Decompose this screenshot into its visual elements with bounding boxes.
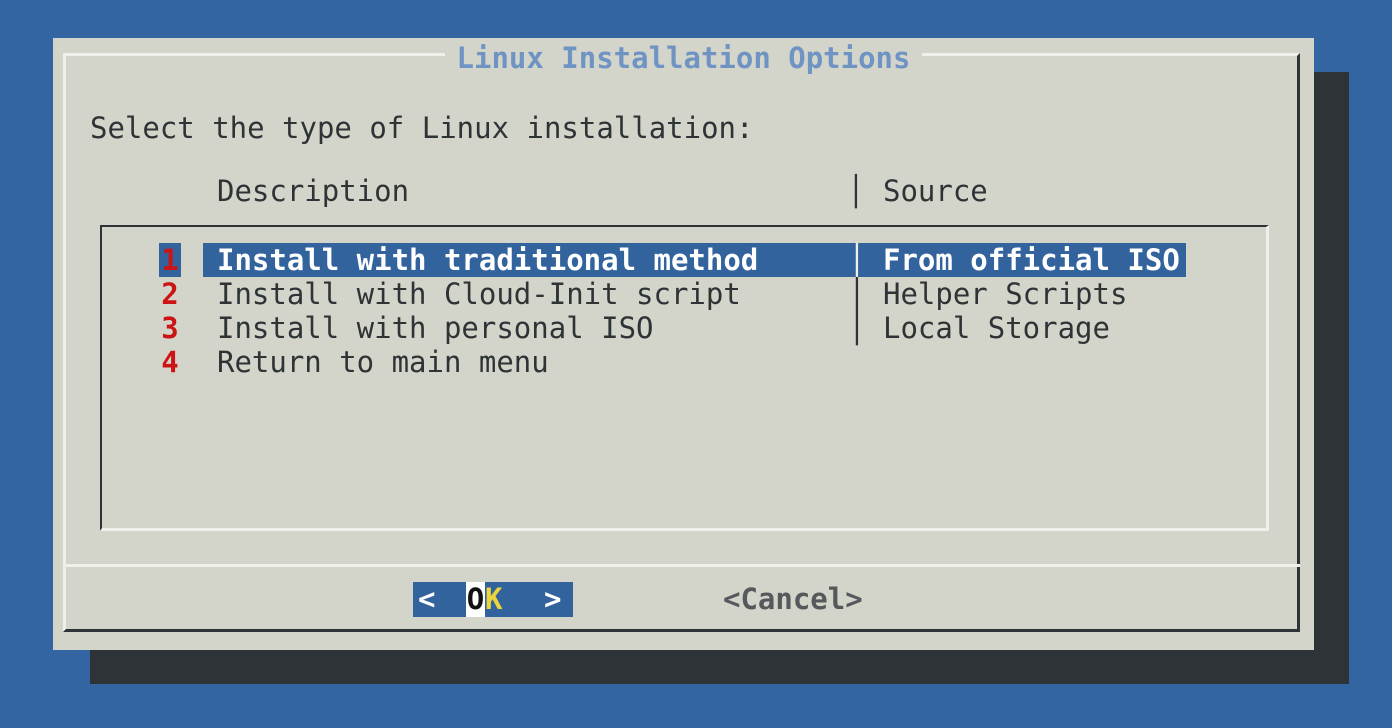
menu-item-description: Install with personal ISO [217,311,654,345]
menu-item-highlight-band: Install with traditional method │ From o… [203,243,1186,277]
menu-item-1-traditional[interactable]: 1 Install with traditional method │ From… [53,243,1314,277]
ok-left-bracket: < [418,582,435,617]
ok-button[interactable]: < O K > [413,582,573,617]
column-separator-glyph: │ [847,174,865,208]
ok-hotkey-char: K [485,582,502,617]
dialog-box: Linux Installation Options Select the ty… [53,38,1314,650]
menu-item-source: Local Storage [883,311,1110,345]
menu-item-4-return[interactable]: 4 Return to main menu [53,345,1314,379]
menu-item-2-cloud-init[interactable]: 2 Install with Cloud-Init script │ Helpe… [53,277,1314,311]
menu-item-source: Helper Scripts [883,277,1127,311]
column-header-source: Source [883,174,988,208]
menu-item-number: 2 [159,277,181,311]
menu-item-description: Return to main menu [217,345,549,379]
menu-item-number: 3 [159,311,181,345]
terminal-screen: Linux Installation Options Select the ty… [0,0,1392,728]
menu-item-source: From official ISO [883,243,1180,277]
dialog-title: Linux Installation Options [445,41,923,75]
menu-item-description: Install with Cloud-Init script [217,277,741,311]
menu-item-number: 4 [159,345,181,379]
row-separator-glyph: │ [848,243,866,277]
menu-item-band: Return to main menu [203,345,1186,379]
prompt-text: Select the type of Linux installation: [90,111,753,145]
ok-cursor-char: O [466,582,485,617]
menu-item-band: Install with personal ISO │ Local Storag… [203,311,1186,345]
button-area-separator-line [63,564,1300,567]
menu-item-3-personal-iso[interactable]: 3 Install with personal ISO │ Local Stor… [53,311,1314,345]
column-headers: Description │ Source [53,174,1314,208]
row-separator-glyph: │ [848,277,866,311]
ok-right-bracket: > [544,582,561,617]
menu-item-description: Install with traditional method [217,243,758,277]
row-separator-glyph: │ [848,311,866,345]
menu-item-number: 1 [159,243,181,277]
menu-item-band: Install with Cloud-Init script │ Helper … [203,277,1186,311]
cancel-button[interactable]: <Cancel> [723,582,863,617]
column-header-description: Description [217,174,409,208]
